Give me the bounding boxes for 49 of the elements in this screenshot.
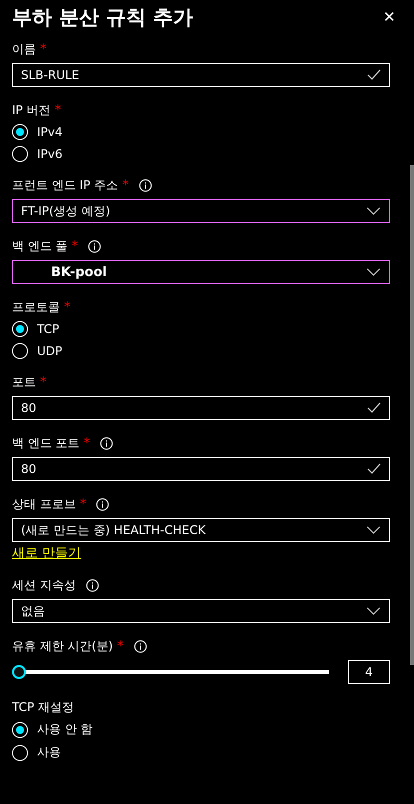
create-new-link[interactable]: 새로 만들기 [12,544,82,562]
info-icon[interactable] [86,578,99,592]
chevron-down-icon [366,607,381,615]
radio-option[interactable]: TCP [12,321,60,337]
radio-option[interactable]: UDP [12,343,62,359]
text-field[interactable]: SLB-RULE [12,63,390,87]
chevron-down-icon [366,207,381,215]
required-mark: * [54,102,62,118]
dropdown-field[interactable]: (새로 만드는 중) HEALTH-CHECK [12,518,390,542]
radio-option[interactable]: 사용 안 함 [12,721,93,738]
required-mark: * [40,42,46,56]
field-label: 포트 [12,374,36,390]
field-label: 프런트 엔드 IP 주소 [12,176,118,194]
chevron-down-icon [366,526,381,534]
radio-option[interactable]: 사용 [12,744,61,761]
field-label: 이름 [12,40,36,58]
field-label: 프로토콜 [12,298,60,316]
info-icon[interactable] [134,640,146,652]
info-icon[interactable] [100,436,114,450]
number-field[interactable]: 4 [348,660,390,684]
radio-option[interactable]: IPv4 [12,124,63,140]
dropdown-field[interactable]: FT-IP(생성 예정) [12,199,390,223]
info-icon[interactable] [138,178,152,192]
field-label: TCP 재설정 [12,698,74,716]
radio-option[interactable]: IPv6 [12,146,63,162]
required-mark: * [64,300,70,314]
required-mark: * [117,638,124,654]
panel-title: 부하 분산 규칙 추가 [12,4,193,30]
scrollbar[interactable] [410,165,414,665]
field-label: 상태 프로브 [12,496,76,512]
dropdown-field[interactable]: 없음 [12,599,390,623]
required-mark: * [84,436,90,450]
field-label: 세션 지속성 [12,576,76,594]
required-mark: * [80,496,86,512]
field-label: 백 엔드 풀 [12,238,68,254]
required-mark: * [122,178,129,192]
slider-thumb[interactable] [12,665,26,679]
field-label: 백 엔드 포트 [12,434,80,452]
required-mark: * [40,374,46,390]
info-icon[interactable] [88,240,102,252]
field-label: IP 버전 [12,102,51,118]
close-button[interactable]: ✕ [377,8,402,26]
field-label: 유휴 제한 시간(분) [12,638,113,654]
chevron-down-icon [366,268,381,276]
dropdown-field[interactable]: BK-pool [12,260,390,284]
text-field[interactable]: 80 [12,396,390,420]
required-mark: * [72,238,78,254]
info-icon[interactable] [96,498,110,510]
text-field[interactable]: 80 [12,457,390,481]
